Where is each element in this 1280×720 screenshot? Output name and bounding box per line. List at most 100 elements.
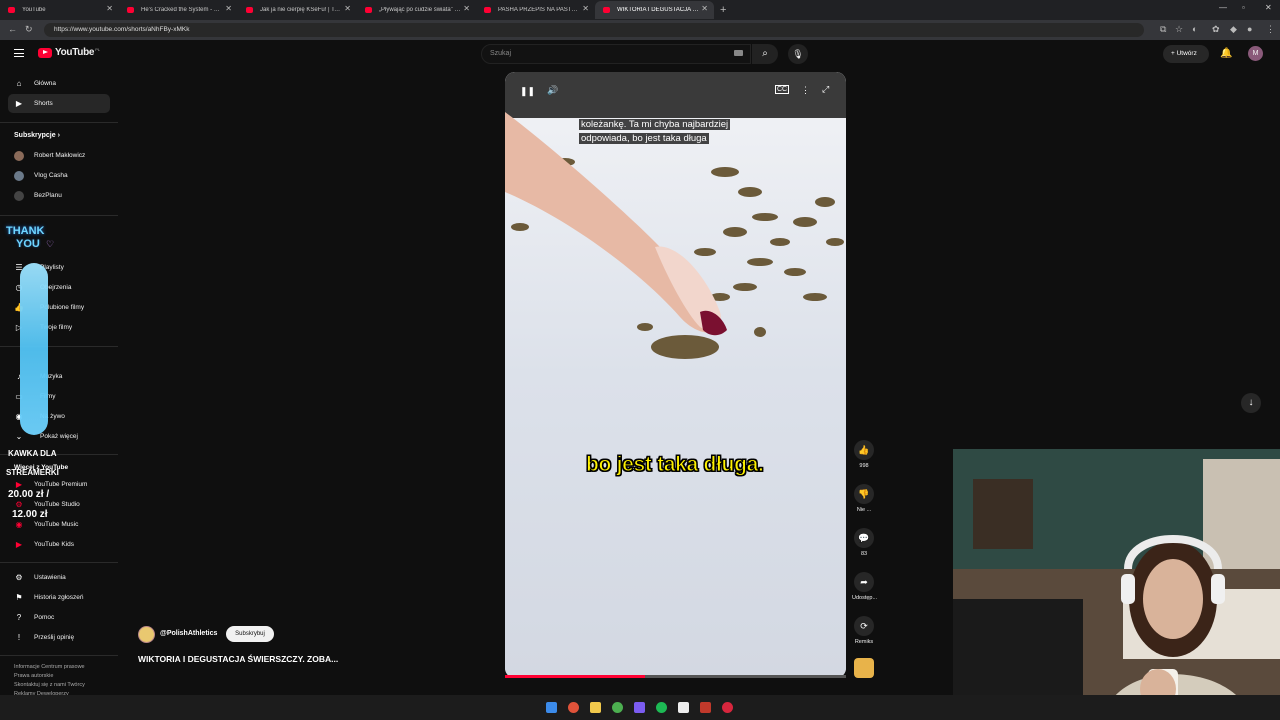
captions-icon[interactable]: CC <box>775 85 790 94</box>
browser-tab[interactable]: „Pływając po cudzie świata” - ROB...✕ <box>357 1 476 19</box>
app-icon[interactable] <box>678 702 689 713</box>
subscribe-button[interactable]: Subskrybuj <box>226 626 274 642</box>
sidebar-item-label: YouTube Music <box>34 521 79 528</box>
pause-icon[interactable]: ❚❚ <box>520 86 535 97</box>
spotify-icon[interactable] <box>656 702 667 713</box>
browser-tab[interactable]: Jak ja nie cierpię KSeFu! | Tech Wi...✕ <box>238 1 357 19</box>
profile-icon[interactable]: ● <box>1247 24 1252 34</box>
notifications-bell-icon[interactable]: 🔔 <box>1220 48 1232 59</box>
sidebar-item-shorts[interactable]: ▶ Shorts <box>8 94 110 113</box>
sidebar: ⌂ Główna ▶ Shorts Subskrypcje › Robert Mak… <box>0 70 118 697</box>
share-label: Udostęp... <box>852 595 878 601</box>
sidebar-channel[interactable]: Robert Makłowicz <box>8 146 110 165</box>
remix-label: Remiks <box>854 639 874 645</box>
app-icon[interactable] <box>568 702 579 713</box>
burned-in-caption: bo jest taka długa. <box>586 453 765 477</box>
youtube-favicon-icon <box>246 7 253 13</box>
extension-icon[interactable]: ◐ <box>1192 24 1197 34</box>
sound-thumbnail[interactable] <box>854 658 874 678</box>
sidebar-item-label: Shorts <box>34 100 53 107</box>
close-tab-icon[interactable]: ✕ <box>463 4 470 13</box>
share-button[interactable]: ➦ Udostęp... <box>852 572 878 601</box>
like-button[interactable]: 👍 998 <box>852 440 876 469</box>
sidebar-item-label: Historia zgłoszeń <box>34 594 84 601</box>
youtube-studio-icon: ⚙ <box>15 499 23 509</box>
divider <box>0 655 118 656</box>
video-progress-bar[interactable] <box>505 675 846 678</box>
thank-you-overlay: THANK <box>6 225 45 237</box>
sidebar-item-label: Główna <box>34 80 57 87</box>
search-button[interactable]: ⌕ <box>752 44 778 64</box>
dislike-label: Nie ... <box>856 507 872 513</box>
start-menu-icon[interactable] <box>546 702 557 713</box>
video-title[interactable]: WIKTORIA I DEGUSTACJA ŚWIERSZCZY. ZOBA..… <box>138 654 338 664</box>
dislike-button[interactable]: 👎 Nie ... <box>852 484 876 513</box>
url-field[interactable]: https://www.youtube.com/shorts/aNhFBy-xM… <box>44 23 1144 37</box>
tab-title: PASHA PRZEPIS NA PASTĘ Z MAŁ... <box>498 7 580 13</box>
close-tab-icon[interactable]: ✕ <box>106 4 113 13</box>
shorts-video-player[interactable]: ❚❚ 🔊 CC ⋮ ⤢ <box>505 72 846 678</box>
youtube-music-icon: ◉ <box>15 519 23 529</box>
channel-avatar[interactable] <box>138 626 155 643</box>
footer-links[interactable]: Prawa autorskie <box>14 673 53 679</box>
keyboard-icon[interactable] <box>734 50 743 56</box>
new-tab-icon[interactable]: + <box>720 4 726 16</box>
close-tab-icon[interactable]: ✕ <box>225 4 232 13</box>
sidebar-item-kids[interactable]: ▶ YouTube Kids <box>8 535 110 554</box>
close-window-icon[interactable]: ✕ <box>1265 3 1272 12</box>
sidebar-item-settings[interactable]: ⚙ Ustawienia <box>8 568 110 587</box>
account-avatar[interactable]: M <box>1248 46 1263 61</box>
youtube-favicon-icon <box>484 7 491 13</box>
remix-button[interactable]: ⟳ Remiks <box>852 616 876 645</box>
next-video-button[interactable]: ↓ <box>1241 393 1261 413</box>
chrome-icon[interactable] <box>612 702 623 713</box>
extension-icon[interactable]: ✿ <box>1212 24 1220 35</box>
thumbs-up-icon: 👍 <box>854 440 874 460</box>
sidebar-item-feedback[interactable]: ! Prześlij opinię <box>8 628 110 647</box>
sidebar-item-report-history[interactable]: ⚑ Historia zgłoszeń <box>8 588 110 607</box>
app-icon[interactable] <box>722 702 733 713</box>
file-explorer-icon[interactable] <box>590 702 601 713</box>
extension-icon[interactable]: ⧉ <box>1160 24 1166 35</box>
browser-menu-icon[interactable]: ⋮ <box>1266 24 1275 35</box>
channel-handle[interactable]: @PolishAthletics <box>160 630 217 637</box>
extension-icon[interactable]: ◆ <box>1230 24 1237 35</box>
youtube-logo[interactable]: YouTube PL <box>38 47 100 58</box>
sidebar-item-label: YouTube Studio <box>34 501 80 508</box>
volume-icon[interactable]: 🔊 <box>547 85 558 96</box>
sidebar-channel[interactable]: Vlog Casha <box>8 166 110 185</box>
app-icon[interactable] <box>700 702 711 713</box>
create-button[interactable]: + Utwórz <box>1163 45 1209 63</box>
sidebar-channel[interactable]: BezPlanu <box>8 186 110 205</box>
voice-search-button[interactable]: 🎙 <box>788 44 808 64</box>
subscriptions-heading[interactable]: Subskrypcje › <box>14 132 60 139</box>
hamburger-menu-icon[interactable] <box>14 49 24 57</box>
more-options-icon[interactable]: ⋮ <box>801 85 810 96</box>
search-input[interactable]: Szukaj <box>481 44 751 64</box>
browser-tab[interactable]: PASHA PRZEPIS NA PASTĘ Z MAŁ...✕ <box>476 1 595 19</box>
fullscreen-icon[interactable]: ⤢ <box>822 84 829 95</box>
sidebar-item-help[interactable]: ? Pomoc <box>8 608 110 627</box>
bookmark-star-icon[interactable]: ☆ <box>1175 24 1183 35</box>
minimize-icon[interactable]: — <box>1219 3 1227 12</box>
back-icon[interactable]: ← <box>8 24 17 34</box>
tab-title: He's Cracked the System - YouTube <box>141 7 223 13</box>
comments-button[interactable]: 💬 83 <box>852 528 876 557</box>
close-tab-icon[interactable]: ✕ <box>344 4 351 13</box>
donation-amount: 12.00 zł <box>12 509 48 520</box>
browser-tab-active[interactable]: WIKTORIA I DEGUSTACJA ŚW... ✕ <box>595 1 714 19</box>
close-tab-icon[interactable]: ✕ <box>701 4 708 13</box>
share-icon: ➦ <box>854 572 874 592</box>
footer-links[interactable]: Informacje Centrum prasowe <box>14 664 85 670</box>
sidebar-item-home[interactable]: ⌂ Główna <box>8 74 110 93</box>
reload-icon[interactable]: ↻ <box>25 24 33 35</box>
browser-tab[interactable]: YouTube ✕ <box>0 1 119 19</box>
close-tab-icon[interactable]: ✕ <box>582 4 589 13</box>
maximize-icon[interactable]: ▫ <box>1242 3 1245 12</box>
app-icon[interactable] <box>634 702 645 713</box>
mic-icon: 🎙 <box>792 49 804 59</box>
help-icon: ? <box>16 612 22 622</box>
browser-tab[interactable]: He's Cracked the System - YouTube✕ <box>119 1 238 19</box>
address-bar-row: ← ↻ https://www.youtube.com/shorts/aNhFB… <box>0 20 1280 40</box>
footer-links[interactable]: Skontaktuj się z nami Twórcy <box>14 682 85 688</box>
